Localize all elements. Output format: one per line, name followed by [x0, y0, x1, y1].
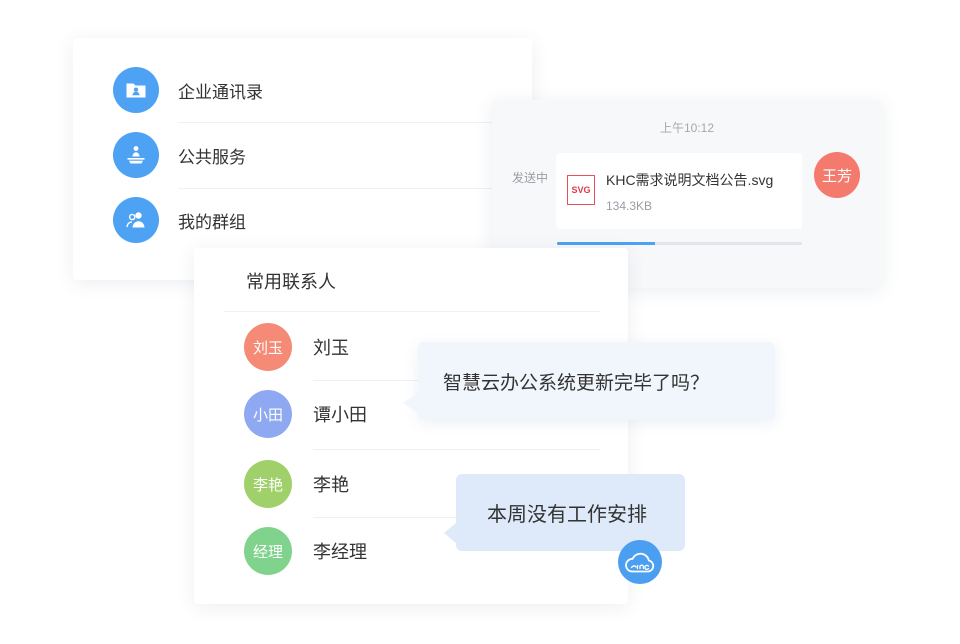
- message-timestamp: 上午10:12: [659, 121, 715, 135]
- chat-bubble-question: 智慧云办公系统更新完毕了吗？: [403, 342, 775, 420]
- avatar: 李艳: [244, 460, 292, 508]
- contacts-folder-icon: [113, 67, 159, 113]
- contacts-divider: [224, 311, 600, 312]
- menu-item-label: 我的群组: [178, 212, 246, 232]
- contact-name: 谭小田: [313, 405, 367, 425]
- cloud-logo-icon: [618, 540, 662, 584]
- svg-file-icon: SVG: [567, 175, 595, 205]
- upload-progress-bar: [557, 242, 802, 245]
- menu-divider: [178, 188, 520, 189]
- menu-item-label: 企业通讯录: [178, 82, 263, 102]
- file-size: 134.3KB: [606, 199, 653, 213]
- chat-bubble-text: 智慧云办公系统更新完毕了吗？: [443, 372, 710, 394]
- sending-status: 发送中: [512, 171, 549, 185]
- avatar: 小田: [244, 390, 292, 438]
- menu-item-label: 公共服务: [178, 147, 246, 167]
- contacts-title: 常用联系人: [246, 272, 336, 292]
- avatar: 刘玉: [244, 323, 292, 371]
- avatar: 经理: [244, 527, 292, 575]
- group-icon: [113, 197, 159, 243]
- public-service-icon: [113, 132, 159, 178]
- sender-avatar[interactable]: 王芳: [814, 152, 860, 198]
- menu-item-public-service[interactable]: 公共服务: [113, 132, 513, 178]
- directory-menu-card: 企业通讯录 公共服务 我的群组: [73, 38, 532, 280]
- menu-divider: [178, 122, 520, 123]
- contact-name: 刘玉: [313, 338, 349, 358]
- contacts-divider: [313, 449, 600, 450]
- chat-bubble-text: 本周没有工作安排: [487, 504, 647, 526]
- contact-name: 李经理: [313, 542, 367, 562]
- file-attachment-bubble[interactable]: SVG KHC需求说明文档公告.svg 134.3KB: [556, 153, 802, 229]
- chat-bubble-reply: 本周没有工作安排: [444, 474, 685, 551]
- upload-progress-fill: [557, 242, 655, 245]
- menu-item-enterprise-directory[interactable]: 企业通讯录: [113, 67, 513, 113]
- menu-item-my-groups[interactable]: 我的群组: [113, 197, 513, 243]
- file-name: KHC需求说明文档公告.svg: [606, 172, 774, 188]
- contact-name: 李艳: [313, 475, 349, 495]
